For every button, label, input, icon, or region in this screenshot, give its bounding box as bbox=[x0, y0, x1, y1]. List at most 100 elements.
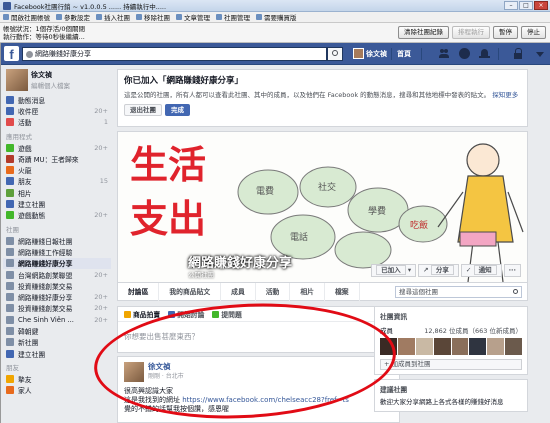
notifications-icon[interactable] bbox=[479, 48, 490, 59]
group-shortcut-label: 新社團 bbox=[18, 339, 39, 348]
app-shortcut-item[interactable]: 遊戲動態 20+ bbox=[6, 210, 108, 221]
member-avatar[interactable] bbox=[433, 338, 451, 355]
pig-label: 吃飯 bbox=[410, 219, 428, 231]
more-options-button[interactable]: ··· bbox=[503, 264, 521, 277]
member-avatar[interactable] bbox=[469, 338, 487, 355]
friend-list-item[interactable]: 家人 bbox=[6, 385, 108, 396]
account-menu-caret-icon[interactable] bbox=[536, 52, 544, 57]
member-avatar[interactable] bbox=[451, 338, 469, 355]
group-shortcut-item[interactable]: 投資賺錢創業交易 20+ bbox=[6, 303, 108, 314]
tab-files[interactable]: 檔案 bbox=[325, 282, 360, 301]
tab-discussion[interactable]: 討論區 bbox=[118, 282, 160, 301]
sidebar-item[interactable]: 活動 1 bbox=[6, 117, 108, 128]
menu-open-accounts[interactable]: 開啟社團帳號 bbox=[3, 12, 50, 22]
tab-photos[interactable]: 相片 bbox=[290, 282, 325, 301]
post-body: 很高興認識大家 這是我找到的網址 https://www.facebook.co… bbox=[124, 387, 349, 413]
home-link[interactable]: 首頁 bbox=[397, 49, 411, 59]
group-shortcut-icon bbox=[6, 338, 14, 347]
member-avatar[interactable] bbox=[397, 338, 415, 355]
sidebar-icon bbox=[6, 95, 14, 104]
post-composer: 商品拍賣 開始討論 提問題 你想要出售甚麼東西？ bbox=[117, 306, 400, 353]
menu-insert-group[interactable]: 插入社團 bbox=[96, 12, 130, 22]
app-shortcut-label: 遊戲動態 bbox=[18, 212, 46, 221]
post-author-avatar[interactable] bbox=[124, 362, 144, 382]
sidebar-item[interactable]: 動態消息 bbox=[6, 94, 108, 105]
share-button[interactable]: ↗ 分享 bbox=[418, 264, 459, 277]
friend-list-icon bbox=[6, 374, 14, 383]
members-label: 成員 bbox=[380, 327, 393, 335]
post-link[interactable]: https://www.facebook.com/chelseacc28?fre… bbox=[182, 396, 349, 404]
group-shortcut-item[interactable]: 韓朝鍵 bbox=[6, 325, 108, 336]
composer-tab-question[interactable]: 提問題 bbox=[212, 309, 242, 319]
composer-tab-sell[interactable]: 商品拍賣 bbox=[124, 309, 160, 319]
schedule-button[interactable]: 排程執行 bbox=[452, 26, 490, 39]
leave-group-button[interactable]: 退出社團 bbox=[124, 104, 162, 116]
sidebar-item[interactable]: 收件匣 20+ bbox=[6, 105, 108, 116]
app-shortcut-item[interactable]: 火龍 bbox=[6, 164, 108, 175]
app-shortcut-item[interactable]: 朋友 15 bbox=[6, 176, 108, 187]
group-search-input[interactable]: 搜尋這個社團 bbox=[395, 286, 522, 298]
app-shortcut-item[interactable]: 遊戲 20+ bbox=[6, 142, 108, 153]
friend-requests-icon[interactable] bbox=[439, 48, 450, 59]
app-shortcut-item[interactable]: 奇蹟 MU：王者歸來 bbox=[6, 153, 108, 164]
member-avatar[interactable] bbox=[505, 338, 522, 355]
tab-my-sale-posts[interactable]: 我的商品貼文 bbox=[159, 282, 222, 301]
pause-button[interactable]: 暫停 bbox=[493, 26, 518, 39]
member-avatar[interactable] bbox=[415, 338, 433, 355]
app-title: Facebook社團行銷 ~ v1.0.0.5 ...... 持續執行中....… bbox=[14, 2, 167, 11]
group-shortcut-icon bbox=[6, 281, 14, 290]
done-button[interactable]: 完成 bbox=[165, 104, 190, 116]
group-shortcut-item[interactable]: 新社團 bbox=[6, 337, 108, 348]
menu-articles[interactable]: 文章管理 bbox=[176, 12, 210, 22]
facebook-logo[interactable]: f bbox=[4, 46, 19, 62]
search-button[interactable] bbox=[327, 47, 343, 61]
tab-events[interactable]: 活動 bbox=[256, 282, 291, 301]
composer-tab-discuss[interactable]: 開始討論 bbox=[168, 309, 204, 319]
members-card-header: 社團資訊 bbox=[380, 313, 408, 321]
group-shortcut-item[interactable]: 網路賺錢日報社團 bbox=[6, 235, 108, 246]
minimize-button[interactable]: – bbox=[504, 1, 518, 10]
edit-profile-link[interactable]: 編輯個人檔案 bbox=[31, 80, 70, 90]
menu-group-management[interactable]: 社團管理 bbox=[216, 12, 250, 22]
profile-picture[interactable] bbox=[6, 69, 28, 91]
group-shortcut-item[interactable]: 投資賺錢創業交易 bbox=[6, 280, 108, 291]
maximize-button[interactable]: □ bbox=[519, 1, 533, 10]
group-shortcut-item[interactable]: 台灣網路創業聯盟 20+ bbox=[6, 269, 108, 280]
close-button[interactable]: × bbox=[534, 1, 548, 10]
friend-list-item[interactable]: 摯友 bbox=[6, 373, 108, 384]
privacy-lock-icon[interactable] bbox=[513, 48, 524, 59]
learn-more-link[interactable]: 探知更多 bbox=[492, 91, 518, 99]
profile-name[interactable]: 徐文禎 bbox=[31, 71, 70, 80]
post-author[interactable]: 徐文禎 bbox=[148, 362, 184, 371]
clear-records-button[interactable]: 清除社團紀錄 bbox=[398, 26, 449, 39]
profile-link[interactable]: 徐文禎 bbox=[353, 48, 387, 59]
menu-remove-group[interactable]: 移除社團 bbox=[136, 12, 170, 22]
group-shortcut-item[interactable]: Che Sinh Viên ... 20+ bbox=[6, 314, 108, 325]
menu-purchase[interactable]: 需要購買版 bbox=[256, 12, 297, 22]
app-menubar: 開啟社團帳號 參數設定 插入社團 移除社團 文章管理 社團管理 需要購買版 bbox=[0, 12, 550, 23]
joined-button[interactable]: 已加入 ▾ bbox=[371, 264, 417, 277]
composer-input[interactable]: 你想要出售甚麼東西？ bbox=[118, 322, 399, 351]
profile-summary[interactable]: 徐文禎 編輯個人檔案 bbox=[6, 69, 108, 91]
app-shortcut-item[interactable]: 相片 bbox=[6, 187, 108, 198]
members-count[interactable]: 12,862 位成員（663 位新成員） bbox=[424, 325, 522, 335]
search-icon bbox=[513, 289, 518, 294]
member-avatar[interactable] bbox=[487, 338, 505, 355]
sidebar-label: 活動 bbox=[18, 119, 32, 128]
group-shortcut-item[interactable]: 網路賺錢工作經驗 bbox=[6, 246, 108, 257]
member-avatar[interactable] bbox=[380, 338, 397, 355]
messages-icon[interactable] bbox=[459, 48, 470, 59]
group-shortcut-item[interactable]: 網路賺錢好康分享 bbox=[3, 257, 111, 269]
group-shortcut-item[interactable]: 建立社團 bbox=[6, 348, 108, 359]
right-column: 社團資訊 成員 12,862 位成員（663 位新成員） + 加成員到社團 建議… bbox=[374, 306, 528, 416]
apps-header: 應用程式 bbox=[6, 132, 32, 141]
group-shortcut-item[interactable]: 網路賺錢好康分享 20+ bbox=[6, 291, 108, 302]
document-icon bbox=[176, 14, 182, 20]
stop-button[interactable]: 停止 bbox=[521, 26, 546, 39]
add-members-input[interactable]: + 加成員到社團 bbox=[380, 359, 522, 370]
tab-members[interactable]: 成員 bbox=[221, 282, 256, 301]
notifications-button[interactable]: ✓ 通知 bbox=[460, 264, 502, 277]
menu-settings[interactable]: 參數設定 bbox=[56, 12, 90, 22]
search-input[interactable]: 網路賺錢好康分享 bbox=[22, 47, 327, 61]
app-shortcut-item[interactable]: 建立社團 bbox=[6, 198, 108, 209]
